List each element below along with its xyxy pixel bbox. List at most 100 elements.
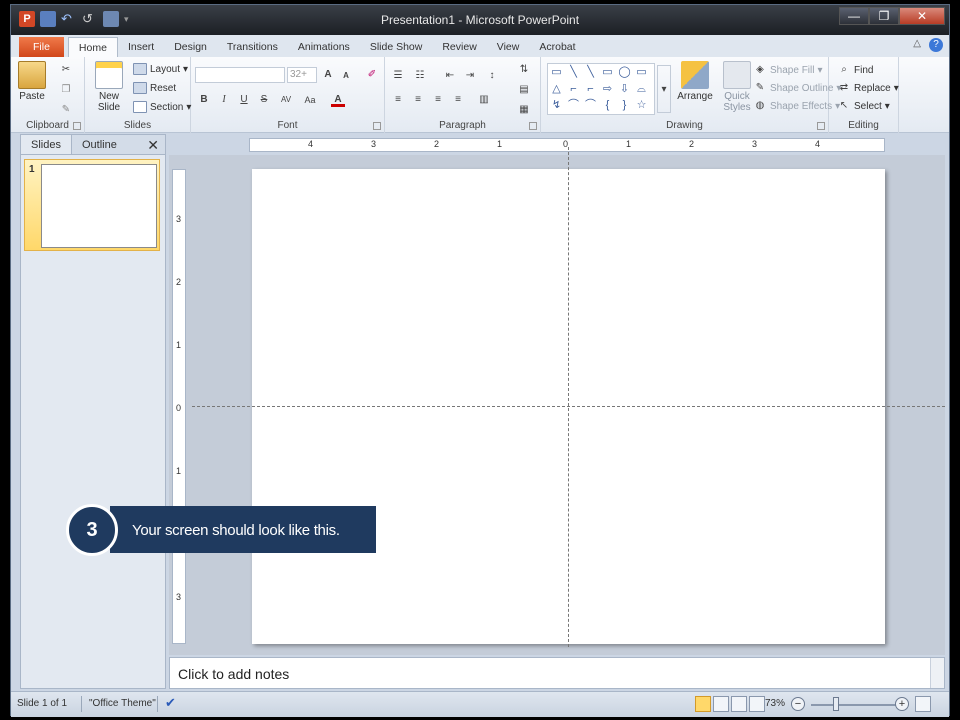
replace-button[interactable]: ⇄ Replace ▾ (837, 81, 899, 95)
tab-animations[interactable]: Animations (288, 37, 360, 57)
tab-view[interactable]: View (487, 37, 530, 57)
slide-thumbnail[interactable] (41, 164, 157, 248)
minimize-button[interactable]: — (839, 7, 869, 25)
normal-view-icon[interactable] (695, 696, 711, 712)
zoom-slider-track[interactable] (811, 704, 901, 706)
arrange-button[interactable]: Arrange (675, 61, 715, 102)
paste-button[interactable]: Paste (15, 61, 49, 102)
minimize-ribbon-icon[interactable]: △ (913, 38, 921, 52)
clear-formatting-icon[interactable]: ✐ (365, 68, 379, 82)
shape-rectangle[interactable]: ▭ (599, 64, 616, 80)
vertical-guide[interactable] (568, 147, 569, 647)
tab-insert[interactable]: Insert (118, 37, 164, 57)
font-launcher-icon[interactable] (373, 122, 381, 130)
shape-curve[interactable]: ⌒ (582, 97, 599, 113)
reading-view-icon[interactable] (731, 696, 747, 712)
tab-slide-show[interactable]: Slide Show (360, 37, 433, 57)
shape-effects-button[interactable]: ◍ Shape Effects ▾ (753, 99, 841, 113)
bold-icon[interactable]: B (197, 93, 211, 107)
shape-left-brace[interactable]: { (599, 97, 616, 113)
paragraph-launcher-icon[interactable] (529, 122, 537, 130)
format-painter-icon[interactable]: ✎ (59, 103, 73, 117)
numbering-icon[interactable]: ☷ (413, 69, 427, 83)
layout-button[interactable]: Layout ▾ (133, 63, 188, 75)
char-spacing-icon[interactable]: AV (277, 93, 295, 107)
tab-home[interactable]: Home (67, 37, 118, 57)
slide-sorter-icon[interactable] (713, 696, 729, 712)
shape-flowchart[interactable]: ⌓ (633, 81, 650, 97)
shape-triangle[interactable]: △ (548, 81, 565, 97)
underline-icon[interactable]: U (237, 93, 251, 107)
reset-button[interactable]: Reset (133, 82, 176, 94)
font-name-combo[interactable] (195, 67, 285, 83)
shape-rounded-rectangle[interactable]: ▭ (633, 64, 650, 80)
justify-icon[interactable]: ≡ (451, 93, 465, 107)
tab-design[interactable]: Design (164, 37, 217, 57)
notes-scrollbar[interactable] (930, 658, 944, 688)
bullets-icon[interactable]: ☰ (391, 69, 405, 83)
tab-outline[interactable]: Outline (72, 135, 127, 154)
cut-icon[interactable]: ✂ (59, 63, 73, 77)
shape-star[interactable]: ☆ (633, 97, 650, 113)
notes-placeholder[interactable]: Click to add notes (178, 666, 289, 682)
drawing-launcher-icon[interactable] (817, 122, 825, 130)
align-right-icon[interactable]: ≡ (431, 93, 445, 107)
close-pane-icon[interactable]: ✕ (141, 135, 165, 154)
section-button[interactable]: Section ▾ (133, 101, 191, 113)
zoom-level[interactable]: 73% (765, 698, 785, 709)
shape-oval[interactable]: ◯ (616, 64, 633, 80)
slide-show-icon[interactable] (749, 696, 765, 712)
shape-right-brace[interactable]: } (616, 97, 633, 113)
slide-thumbnail-item[interactable]: 1 (24, 159, 160, 251)
align-text-icon[interactable]: ▤ (517, 83, 531, 97)
zoom-in-icon[interactable]: + (895, 697, 909, 711)
copy-icon[interactable]: ❐ (59, 83, 73, 97)
help-icon[interactable]: ? (929, 38, 943, 52)
font-size-combo[interactable]: 32+ (287, 67, 317, 83)
fit-to-window-icon[interactable] (915, 696, 931, 712)
restore-button[interactable]: ❐ (869, 7, 899, 25)
shape-arc[interactable]: ⌒ (565, 97, 582, 113)
shape-elbow-arrow[interactable]: ⌐ (582, 81, 599, 97)
shape-fill-button[interactable]: ◈ Shape Fill ▾ (753, 63, 822, 77)
shape-textbox[interactable]: ▭ (548, 64, 565, 80)
shrink-font-icon[interactable]: A (339, 69, 353, 83)
line-spacing-icon[interactable]: ↕ (485, 69, 499, 83)
horizontal-guide[interactable] (192, 406, 945, 407)
clipboard-launcher-icon[interactable] (73, 122, 81, 130)
shape-arrow-line[interactable]: ╲ (582, 64, 599, 80)
increase-indent-icon[interactable]: ⇥ (463, 69, 477, 83)
align-left-icon[interactable]: ≡ (391, 93, 405, 107)
new-slide-button[interactable]: New Slide (89, 61, 129, 113)
font-color-icon[interactable]: A (331, 93, 345, 107)
close-button[interactable]: ✕ (899, 7, 945, 25)
decrease-indent-icon[interactable]: ⇤ (443, 69, 457, 83)
text-direction-icon[interactable]: ⇅ (517, 63, 531, 77)
zoom-slider-thumb[interactable] (833, 697, 839, 711)
zoom-out-icon[interactable]: − (791, 697, 805, 711)
shape-down-arrow[interactable]: ⇩ (616, 81, 633, 97)
columns-icon[interactable]: ▥ (477, 93, 491, 107)
change-case-icon[interactable]: Aa (301, 93, 319, 107)
quick-styles-button[interactable]: Quick Styles (717, 61, 757, 113)
tab-acrobat[interactable]: Acrobat (529, 37, 585, 57)
tab-review[interactable]: Review (432, 37, 486, 57)
align-center-icon[interactable]: ≡ (411, 93, 425, 107)
tab-slides[interactable]: Slides (21, 135, 72, 154)
tab-file[interactable]: File (19, 37, 64, 57)
theme-name[interactable]: "Office Theme" (89, 698, 156, 709)
shape-line[interactable]: ╲ (565, 64, 582, 80)
shape-elbow-connector[interactable]: ⌐ (565, 81, 582, 97)
shape-freeform[interactable]: ↯ (548, 97, 565, 113)
shapes-more-icon[interactable]: ▾ (657, 65, 671, 113)
italic-icon[interactable]: I (217, 93, 231, 107)
find-button[interactable]: ⌕ Find (837, 63, 873, 77)
notes-pane[interactable]: Click to add notes (169, 657, 945, 689)
select-button[interactable]: ↖ Select ▾ (837, 99, 890, 113)
smartart-icon[interactable]: ▦ (517, 103, 531, 117)
strikethrough-icon[interactable]: S (257, 93, 271, 107)
grow-font-icon[interactable]: A (321, 68, 335, 82)
spell-check-icon[interactable]: ✔ (165, 695, 176, 711)
tab-transitions[interactable]: Transitions (217, 37, 288, 57)
shape-right-arrow[interactable]: ⇨ (599, 81, 616, 97)
